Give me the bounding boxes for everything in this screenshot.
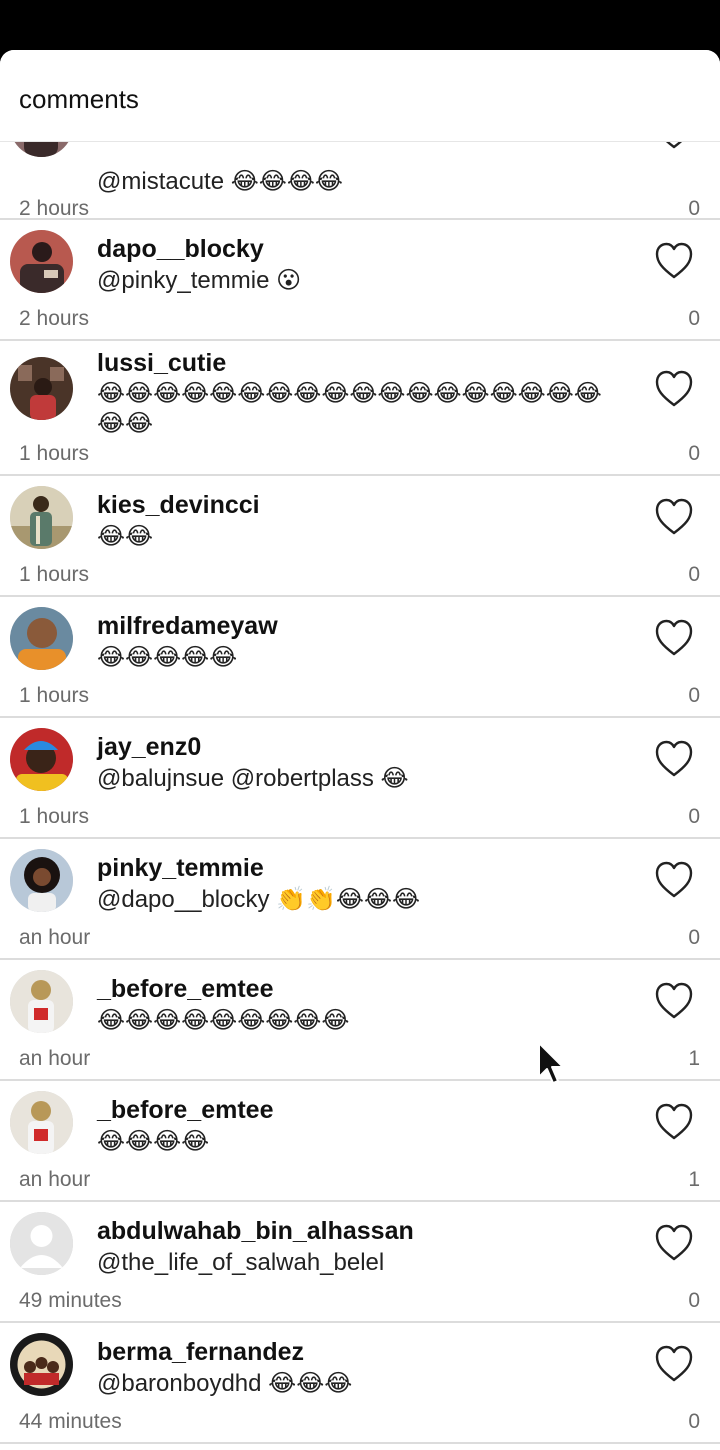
like-count: 0 (688, 1410, 700, 1433)
comment-text: @baronboydhd 😂😂😂 (97, 1370, 353, 1397)
sheet-header: comments (0, 50, 720, 142)
heart-icon[interactable] (654, 619, 694, 657)
heart-icon[interactable] (654, 142, 694, 150)
comment-username[interactable]: _before_emtee (97, 975, 273, 1004)
comments-sheet: comments @mistacute 😂😂😂😂 2 hours 0 dapo_… (0, 50, 720, 1450)
like-count: 1 (688, 1168, 700, 1191)
heart-icon[interactable] (654, 498, 694, 536)
like-count: 0 (688, 442, 700, 465)
avatar[interactable] (10, 1333, 73, 1396)
avatar[interactable] (10, 970, 73, 1033)
comment-text: @balujnsue @robertplass 😂 (97, 765, 409, 792)
comment-item[interactable]: jay_enz0 @balujnsue @robertplass 😂 1 hou… (0, 718, 720, 839)
comment-time: 1 hours (19, 684, 90, 707)
avatar[interactable] (10, 849, 73, 912)
heart-icon[interactable] (654, 1224, 694, 1262)
like-count: 0 (688, 197, 700, 220)
like-count: 0 (688, 805, 700, 828)
comment-text: @the_life_of_salwah_belel (97, 1249, 385, 1276)
comment-text: 😂😂😂😂😂😂😂😂😂😂😂😂😂😂😂😂😂😂😂😂 (97, 380, 602, 437)
comment-username[interactable]: jay_enz0 (97, 733, 201, 762)
comment-time: 1 hours (19, 442, 90, 465)
like-count: 1 (688, 1047, 700, 1070)
comment-item[interactable]: abdulwahab_bin_alhassan @the_life_of_sal… (0, 1202, 720, 1323)
avatar[interactable] (10, 1091, 73, 1154)
heart-icon[interactable] (654, 982, 694, 1020)
avatar[interactable] (10, 728, 73, 791)
comment-time: an hour (19, 926, 91, 949)
comment-item[interactable]: kies_devincci 😂😂 1 hours 0 (0, 476, 720, 597)
like-count: 0 (688, 1289, 700, 1312)
comment-time: an hour (19, 1047, 91, 1070)
avatar[interactable] (10, 357, 73, 420)
comment-text: 😂😂😂😂😂😂😂😂😂 (97, 1007, 350, 1034)
comment-time: 1 hours (19, 563, 90, 586)
comment-username[interactable]: berma_fernandez (97, 1338, 304, 1367)
comment-item[interactable]: _before_emtee 😂😂😂😂😂😂😂😂😂 an hour 1 (0, 960, 720, 1081)
comment-item[interactable]: dapo__blocky @pinky_temmie 😮 2 hours 0 (0, 220, 720, 341)
sheet-title: comments (19, 84, 139, 114)
heart-icon[interactable] (654, 740, 694, 778)
comment-item[interactable]: pinky_temmie @dapo__blocky 👏👏😂😂😂 an hour… (0, 839, 720, 960)
like-count: 0 (688, 684, 700, 707)
comment-text: 😂😂😂😂😂 (97, 644, 238, 671)
comment-username[interactable]: lussi_cutie (97, 349, 226, 378)
comment-time: 1 hours (19, 805, 90, 828)
heart-icon[interactable] (654, 1345, 694, 1383)
comment-item[interactable]: @mistacute 😂😂😂😂 2 hours 0 (0, 142, 720, 220)
mouse-cursor-icon (537, 1041, 565, 1085)
like-count: 0 (688, 563, 700, 586)
comment-username[interactable]: abdulwahab_bin_alhassan (97, 1217, 414, 1246)
comment-username[interactable]: milfredameyaw (97, 612, 278, 641)
heart-icon[interactable] (654, 242, 694, 280)
comment-text: @pinky_temmie 😮 (97, 267, 302, 294)
status-bar (0, 0, 720, 50)
comment-time: 2 hours (19, 307, 90, 330)
avatar[interactable] (10, 142, 73, 157)
comment-time: 44 minutes (19, 1410, 122, 1433)
comment-time: 49 minutes (19, 1289, 122, 1312)
comment-text: 😂😂 (97, 523, 154, 550)
comment-text: @mistacute 😂😂😂😂 (97, 168, 343, 195)
avatar[interactable] (10, 1212, 73, 1275)
comment-time: an hour (19, 1168, 91, 1191)
comment-text: @dapo__blocky 👏👏😂😂😂 (97, 886, 421, 913)
comment-list[interactable]: @mistacute 😂😂😂😂 2 hours 0 dapo__blocky @… (0, 142, 720, 1450)
heart-icon[interactable] (654, 861, 694, 899)
comment-time: 2 hours (19, 197, 90, 220)
avatar[interactable] (10, 607, 73, 670)
comment-item[interactable]: _before_emtee 😂😂😂😂 an hour 1 (0, 1081, 720, 1202)
comment-item[interactable]: lussi_cutie 😂😂😂😂😂😂😂😂😂😂😂😂😂😂😂😂😂😂😂😂 1 hours… (0, 341, 720, 476)
comment-text: 😂😂😂😂 (97, 1128, 210, 1155)
comment-username[interactable]: _before_emtee (97, 1096, 273, 1125)
avatar[interactable] (10, 230, 73, 293)
comment-item[interactable]: milfredameyaw 😂😂😂😂😂 1 hours 0 (0, 597, 720, 718)
heart-icon[interactable] (654, 370, 694, 408)
like-count: 0 (688, 307, 700, 330)
comment-username[interactable]: dapo__blocky (97, 235, 264, 264)
comment-username[interactable]: kies_devincci (97, 491, 260, 520)
heart-icon[interactable] (654, 1103, 694, 1141)
like-count: 0 (688, 926, 700, 949)
comment-item[interactable]: berma_fernandez @baronboydhd 😂😂😂 44 minu… (0, 1323, 720, 1444)
avatar[interactable] (10, 486, 73, 549)
comment-username[interactable]: pinky_temmie (97, 854, 264, 883)
